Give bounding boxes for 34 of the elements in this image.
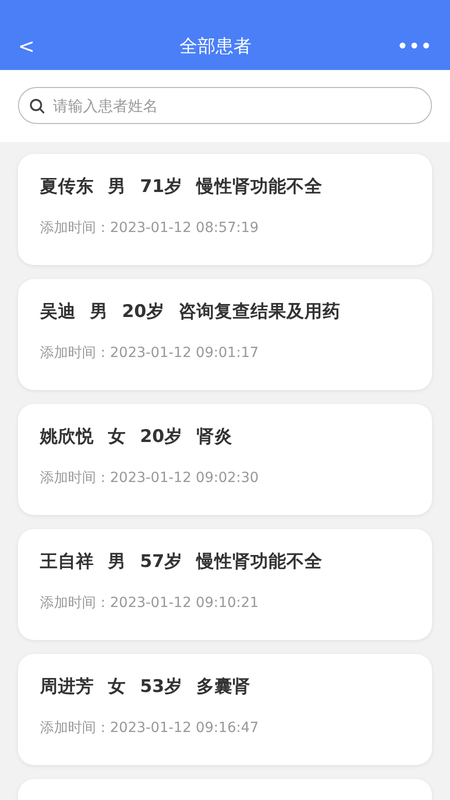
patient-card[interactable]: 姚欣悦 女 20岁 肾炎 添加时间：2023-01-12 09:02:30 (18, 404, 432, 515)
patient-diagnosis: 慢性肾功能不全 (196, 551, 322, 574)
patient-age: 71岁 (140, 176, 182, 199)
patient-age: 57岁 (140, 551, 182, 574)
patient-age: 20岁 (140, 426, 182, 449)
patient-diagnosis: 肾炎 (196, 426, 232, 449)
patient-diagnosis: 咨询复查结果及用药 (178, 301, 340, 324)
added-time: 添加时间：2023-01-12 09:02:30 (40, 470, 259, 486)
more-button[interactable]: ••• (390, 36, 438, 56)
patient-card[interactable]: 王自祥 男 57岁 慢性肾功能不全 添加时间：2023-01-12 09:10:21 (18, 529, 432, 640)
patient-sex: 男 (108, 551, 126, 574)
added-time: 添加时间：2023-01-12 09:16:47 (40, 720, 259, 736)
patient-sex: 女 (108, 426, 126, 449)
patient-card[interactable]: 周进芳 女 53岁 多囊肾 添加时间：2023-01-12 09:16:47 (18, 654, 432, 765)
added-time: 添加时间：2023-01-12 09:01:17 (40, 345, 259, 362)
added-time: 添加时间：2023-01-12 08:57:19 (40, 220, 259, 236)
search-field[interactable]: 请输入患者姓名 (18, 87, 432, 124)
patient-sex: 男 (108, 176, 126, 199)
patient-card[interactable]: 夏传东 男 71岁 慢性肾功能不全 添加时间：2023-01-12 08:57:19 (18, 154, 432, 265)
patient-name: 姚欣悦 (40, 426, 94, 449)
patient-name: 王自祥 (40, 551, 94, 574)
patient-age: 53岁 (140, 676, 182, 699)
patient-name: 周进芳 (40, 676, 94, 699)
patient-card[interactable]: 吴迪 男 20岁 咨询复查结果及用药 添加时间：2023-01-12 09:01:17 (18, 279, 432, 390)
patient-name: 吴迪 (40, 301, 76, 324)
page-title: 全部患者 (180, 34, 252, 58)
added-time: 添加时间：2023-01-12 09:10:21 (40, 595, 259, 612)
patient-sex: 男 (90, 301, 108, 324)
patient-diagnosis: 多囊肾 (196, 676, 250, 699)
patient-sex: 女 (108, 676, 126, 699)
patient-age: 20岁 (122, 301, 164, 324)
patient-name: 夏传东 (40, 176, 94, 199)
back-button[interactable]: < (12, 36, 41, 56)
patient-diagnosis: 慢性肾功能不全 (196, 176, 322, 199)
